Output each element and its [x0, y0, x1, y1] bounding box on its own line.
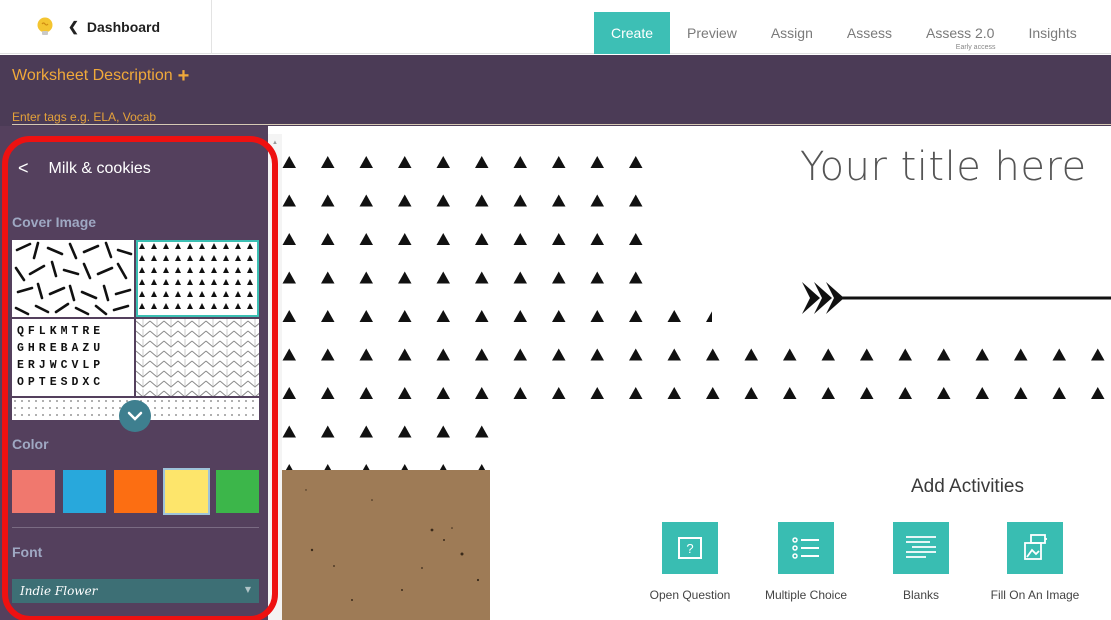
tab-assess-label: Assess [846, 25, 892, 41]
tab-assign-label: Assign [770, 25, 813, 41]
theme-back-button[interactable]: < Milk & cookies [18, 158, 151, 179]
chevron-down-icon [127, 411, 143, 421]
activity-blanks[interactable]: Blanks [866, 522, 976, 602]
wordsearch-row: GHREBAZU [17, 342, 105, 355]
scroll-up-icon: ▲ [272, 140, 278, 146]
image-fill-icon [1007, 522, 1063, 574]
caret-down-icon: ▼ [244, 585, 251, 594]
theme-name: Milk & cookies [48, 159, 151, 177]
kraft-speckles [305, 489, 480, 601]
tab-preview-label: Preview [687, 25, 737, 41]
worksheet-title[interactable]: Your title here [800, 144, 1087, 190]
cover-thumb-dashes[interactable] [12, 240, 134, 317]
cover-thumb-triangles[interactable] [136, 240, 259, 317]
wordsearch-row: ERJWCVLP [17, 359, 105, 372]
tab-assess-2[interactable]: Assess 2.0 Early access [909, 12, 1011, 54]
activity-open-question[interactable]: ? Open Question [635, 522, 745, 602]
activity-label: Blanks [902, 588, 940, 602]
font-select-value: Indie Flower [20, 584, 98, 598]
activity-fill-on-image[interactable]: Fill On An Image [980, 522, 1090, 602]
question-icon: ? [662, 522, 718, 574]
color-swatch[interactable] [63, 470, 106, 513]
dashboard-label: Dashboard [86, 19, 161, 35]
font-label: Font [12, 544, 43, 560]
blanks-icon [893, 522, 949, 574]
tags-input[interactable] [12, 110, 1111, 125]
wordsearch-row: OPTESDXC [17, 376, 105, 389]
theme-panel: < Milk & cookies Cover Image QFLKMTRE GH… [0, 126, 268, 620]
kraft-paper-texture [282, 470, 490, 620]
activity-label: Open Question [649, 588, 731, 602]
chevron-left-icon: < [18, 158, 29, 178]
color-swatch[interactable] [163, 468, 210, 515]
main-nav: Create Preview Assign Assess Assess 2.0 … [594, 12, 1094, 54]
font-select[interactable]: Indie Flower ▼ [12, 579, 259, 603]
tab-preview[interactable]: Preview [670, 12, 754, 54]
activity-multiple-choice[interactable]: Multiple Choice [751, 522, 861, 602]
cover-thumb-chevrons[interactable] [136, 319, 259, 396]
expand-covers-button[interactable] [119, 400, 151, 432]
color-swatch[interactable] [216, 470, 259, 513]
triangles-pattern [136, 240, 259, 317]
color-swatch[interactable] [114, 470, 157, 513]
wordsearch-row: QFLKMTRE [17, 325, 105, 338]
top-bar: ❮ Dashboard Create Preview Assign Assess… [0, 0, 1111, 54]
tab-insights-label: Insights [1028, 25, 1077, 41]
tab-assess-2-label: Assess 2.0 [925, 25, 995, 41]
plus-icon: + [177, 65, 190, 87]
cover-image-label: Cover Image [12, 214, 97, 230]
list-icon [778, 522, 834, 574]
cover-thumb-wordsearch[interactable]: QFLKMTRE GHREBAZU ERJWCVLP OPTESDXC [12, 319, 134, 396]
arrow-decoration [802, 282, 1111, 314]
chevron-pattern [136, 319, 259, 396]
dashes-pattern [14, 241, 133, 316]
add-activities-heading: Add Activities [911, 476, 1024, 497]
panel-scrollbar[interactable]: ▲ [268, 134, 282, 620]
color-label: Color [12, 436, 49, 452]
back-to-dashboard-link[interactable]: ❮ Dashboard [60, 0, 212, 54]
chevron-left-icon: ❮ [68, 19, 79, 34]
svg-text:?: ? [686, 541, 693, 556]
worksheet-description-label: Worksheet Description [12, 67, 173, 84]
lightbulb-logo-icon [37, 17, 53, 35]
tab-create-label: Create [611, 25, 654, 41]
worksheet-header: Worksheet Description + [0, 55, 1111, 126]
activity-label: Multiple Choice [764, 588, 848, 602]
early-access-note: Early access [955, 44, 996, 51]
tab-assess[interactable]: Assess [830, 12, 909, 54]
tab-insights[interactable]: Insights [1011, 12, 1093, 54]
tab-create[interactable]: Create [594, 12, 671, 54]
color-swatch[interactable] [12, 470, 55, 513]
worksheet-canvas: Your title here Add Activities ? Open Qu… [282, 134, 1111, 620]
add-activities-panel: Add Activities ? Open Question Multiple … [490, 414, 1111, 620]
divider [12, 527, 259, 528]
worksheet-description-button[interactable]: Worksheet Description + [12, 66, 189, 86]
tab-assign[interactable]: Assign [754, 12, 830, 54]
activity-label: Fill On An Image [990, 588, 1080, 602]
